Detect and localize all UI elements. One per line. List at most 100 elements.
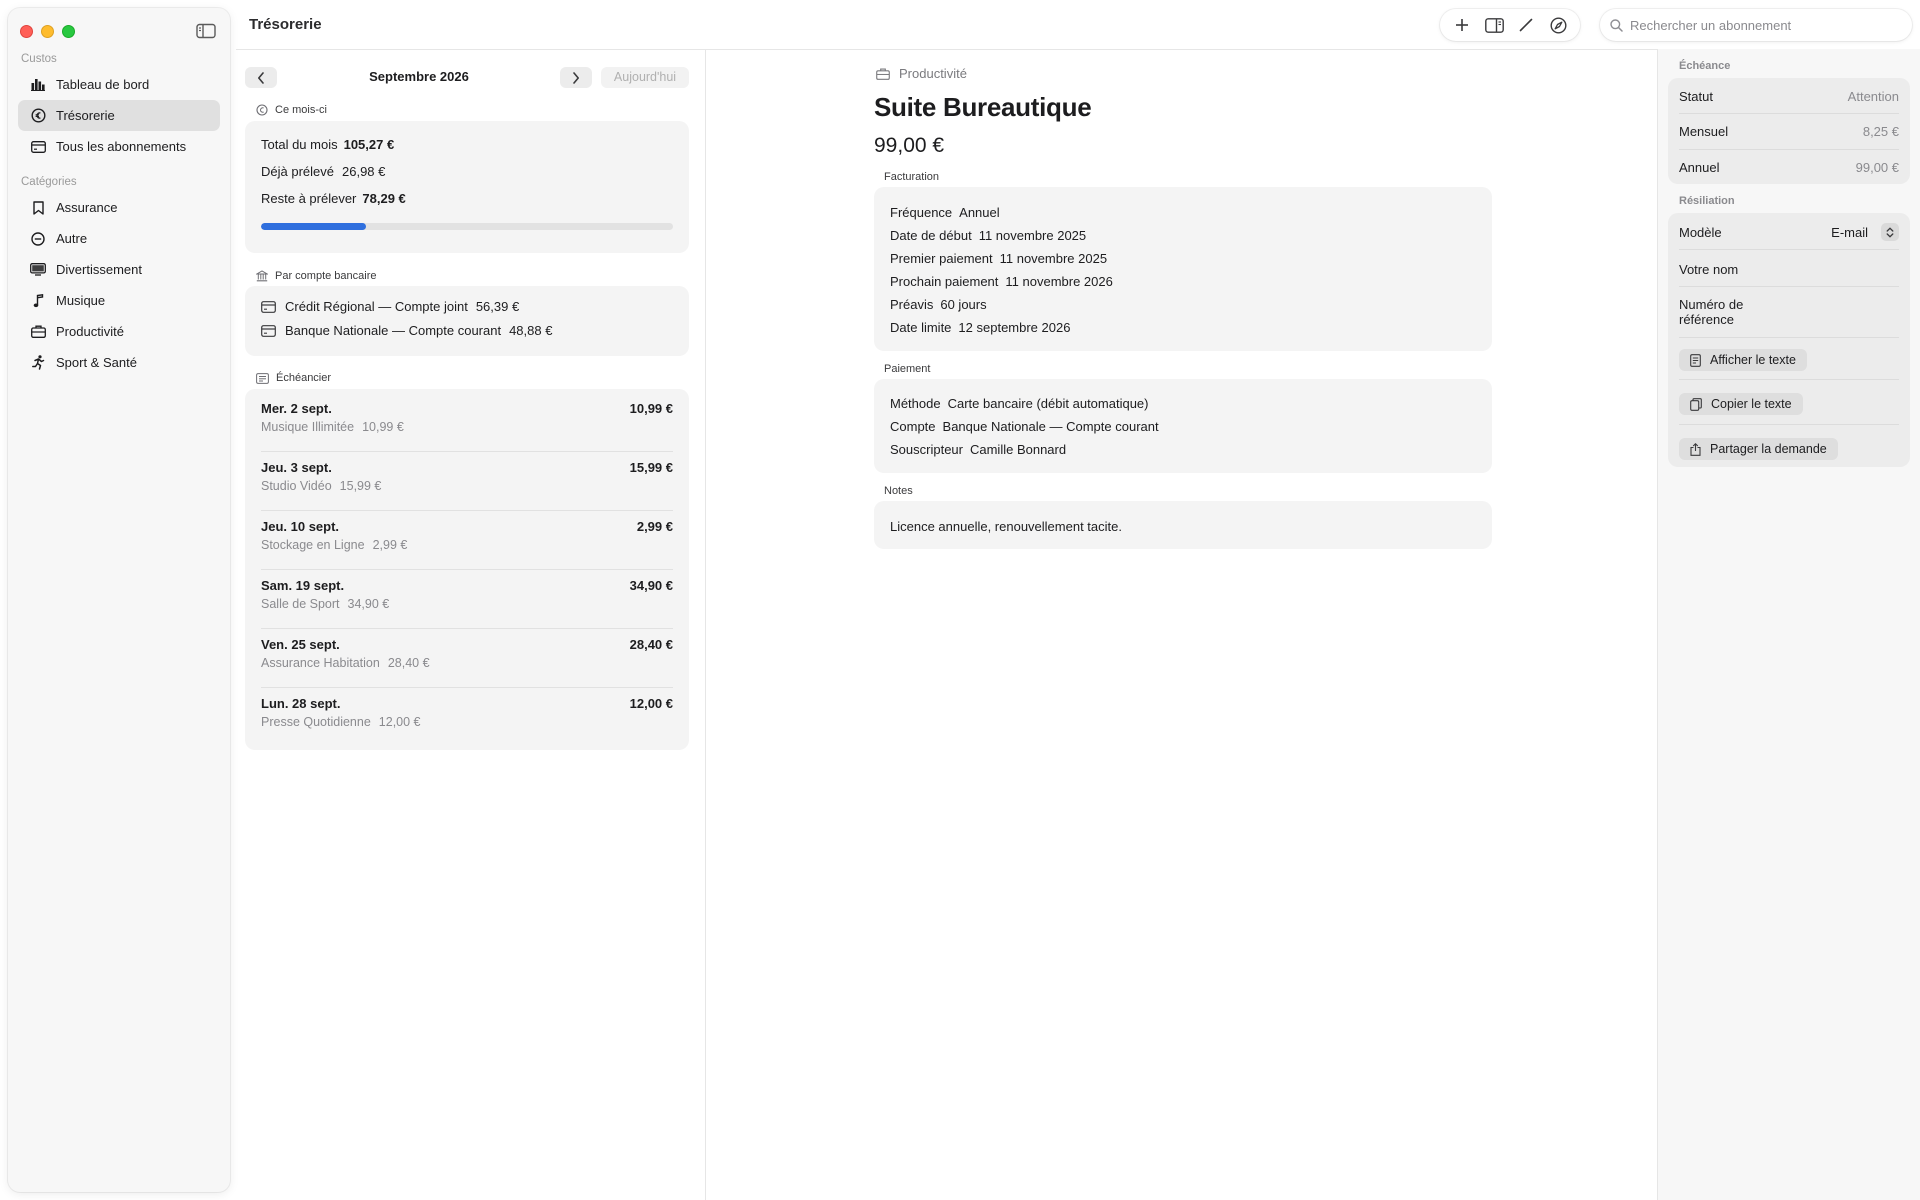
minimize-window-button[interactable] [41, 25, 54, 38]
schedule-row[interactable]: Jeu. 3 sept. 15,99 € Studio Vidéo 15,99 € [261, 448, 673, 506]
card-icon [261, 324, 276, 337]
search-input[interactable] [1630, 17, 1900, 33]
remaining-row: Reste à prélever 78,29 € [261, 191, 406, 206]
billing-key: Préavis [890, 297, 934, 312]
account-row[interactable]: Banque Nationale — Compte courant 48,88 … [261, 323, 552, 338]
model-row: Modèle E-mail [1679, 223, 1899, 241]
status-row: Statut Attention [1679, 89, 1899, 104]
schedule-sub-amount: 2,99 € [372, 538, 408, 552]
schedule-row[interactable]: Lun. 28 sept. 12,00 € Presse Quotidienne… [261, 684, 673, 742]
search-field[interactable] [1600, 9, 1912, 41]
schedule-section-header: Échéancier [256, 372, 331, 384]
previous-month-button[interactable] [245, 67, 277, 88]
panel-icon[interactable] [1482, 13, 1506, 37]
sidebar-toggle-icon[interactable] [196, 23, 216, 39]
schedule-name: Stockage en Ligne [261, 538, 365, 552]
chevron-up-down-icon [1881, 223, 1899, 241]
schedule-row[interactable]: Mer. 2 sept. 10,99 € Musique Illimitée 10… [261, 389, 673, 447]
schedule-amount: 34,90 € [629, 578, 673, 593]
billing-value: 11 novembre 2025 [978, 228, 1087, 243]
search-icon [1610, 18, 1623, 32]
payment-value: Camille Bonnard [969, 442, 1067, 457]
show-text-button[interactable]: Afficher le texte [1679, 349, 1807, 371]
detail-category-label: Productivité [899, 66, 967, 81]
subscription-title: Suite Bureautique [874, 92, 1092, 122]
chevron-left-icon [258, 71, 264, 84]
schedule-name: Salle de Sport [261, 597, 340, 611]
schedule-row[interactable]: Jeu. 10 sept. 2,99 € Stockage en Ligne 2,… [261, 507, 673, 565]
display-icon [30, 262, 46, 278]
sidebar-item-tous-les-abonnements[interactable]: Tous les abonnements [18, 131, 220, 162]
schedule-amount: 12,00 € [629, 696, 673, 711]
billing-value: 12 septembre 2026 [958, 320, 1071, 335]
copy-text-button[interactable]: Copier le texte [1679, 393, 1803, 415]
schedule-name: Musique Illimitée [261, 420, 355, 434]
schedule-section-label: Échéancier [276, 372, 332, 384]
toolbar-divider [236, 49, 1658, 50]
reference-field-label-line1: Numéro de [1679, 297, 1744, 312]
monthly-value: 8,25 € [1862, 124, 1899, 139]
today-button[interactable]: Aujourd'hui [601, 67, 689, 88]
reference-row[interactable]: Numéro de référence [1679, 297, 1899, 327]
schedule-subtitle: Musique Illimitée 10,99 € [261, 420, 404, 434]
model-label: Modèle [1679, 225, 1722, 240]
payment-label: Paiement [884, 363, 931, 375]
share-request-button[interactable]: Partager la demande [1679, 438, 1838, 460]
sidebar-item-label: Assurance [56, 200, 118, 215]
next-month-button[interactable] [560, 67, 592, 88]
billing-row: Préavis 60 jours [890, 297, 987, 312]
payment-row: Souscripteur Camille Bonnard [890, 442, 1066, 457]
sidebar-item-autre[interactable]: Autre [18, 223, 220, 254]
billing-row: Date de début 11 novembre 2025 [890, 228, 1086, 243]
schedule-date: Jeu. 10 sept. [261, 519, 340, 534]
paid-row: Déjà prélevé 26,98 € [261, 164, 385, 179]
schedule-row[interactable]: Ven. 25 sept. 28,40 € Assurance Habitati… [261, 625, 673, 683]
plus-icon[interactable] [1450, 13, 1474, 37]
sidebar-item-divertissement[interactable]: Divertissement [18, 254, 220, 285]
sidebar-item-label: Trésorerie [56, 108, 115, 123]
account-row[interactable]: Crédit Régional — Compte joint 56,39 € [261, 299, 519, 314]
billing-row: Fréquence Annuel [890, 205, 1000, 220]
schedule-row[interactable]: Sam. 19 sept. 34,90 € Salle de Sport 34,9… [261, 566, 673, 624]
model-select[interactable]: E-mail [1831, 223, 1899, 241]
clock-euro-icon [256, 104, 268, 116]
name-row[interactable]: Votre nom [1679, 262, 1899, 277]
schedule-subtitle: Stockage en Ligne 2,99 € [261, 538, 407, 552]
month-summary-card: Total du mois 105,27 € Déjà prélevé 26,98 … [245, 121, 689, 253]
sidebar-item-tresorerie[interactable]: Trésorerie [18, 100, 220, 131]
billing-value: 11 novembre 2025 [999, 251, 1108, 266]
compass-icon[interactable] [1546, 13, 1570, 37]
schedule-subtitle: Salle de Sport 34,90 € [261, 597, 389, 611]
schedule-amount: 2,99 € [636, 519, 673, 534]
sidebar-item-productivite[interactable]: Productivité [18, 316, 220, 347]
sidebar-item-tableau-de-bord[interactable]: Tableau de bord [18, 69, 220, 100]
accounts-section-label: Par compte bancaire [275, 270, 377, 282]
sidebar-item-label: Divertissement [56, 262, 142, 277]
schedule-name: Presse Quotidienne [261, 715, 371, 729]
accounts-card: Crédit Régional — Compte joint 56,39 € B… [245, 286, 689, 356]
monthly-label: Mensuel [1679, 124, 1729, 139]
close-window-button[interactable] [20, 25, 33, 38]
sidebar-item-label: Autre [56, 231, 88, 246]
sidebar-item-assurance[interactable]: Assurance [18, 192, 220, 223]
remaining-label: Reste à prélever [261, 191, 357, 206]
schedule-sub-amount: 12,00 € [378, 715, 421, 729]
paid-label: Déjà prélevé [261, 164, 334, 179]
toolbar [1440, 9, 1580, 41]
row-divider [1679, 286, 1899, 287]
notes-label: Notes [884, 485, 913, 497]
sidebar-item-sport-sante[interactable]: Sport & Santé [18, 347, 220, 378]
zoom-window-button[interactable] [62, 25, 75, 38]
music-note-icon [30, 293, 46, 309]
schedule-subtitle: Presse Quotidienne 12,00 € [261, 715, 421, 729]
schedule-date: Lun. 28 sept. [261, 696, 341, 711]
schedule-sub-amount: 10,99 € [362, 420, 404, 434]
sidebar-item-musique[interactable]: Musique [18, 285, 220, 316]
billing-value: 11 novembre 2026 [1005, 274, 1113, 289]
list-card-icon [256, 372, 269, 384]
pencil-icon[interactable] [1514, 13, 1538, 37]
account-amount: 56,39 € [475, 299, 520, 314]
annual-label: Annuel [1679, 160, 1720, 175]
monthly-row: Mensuel 8,25 € [1679, 124, 1899, 139]
resiliation-header: Résiliation [1679, 195, 1735, 207]
